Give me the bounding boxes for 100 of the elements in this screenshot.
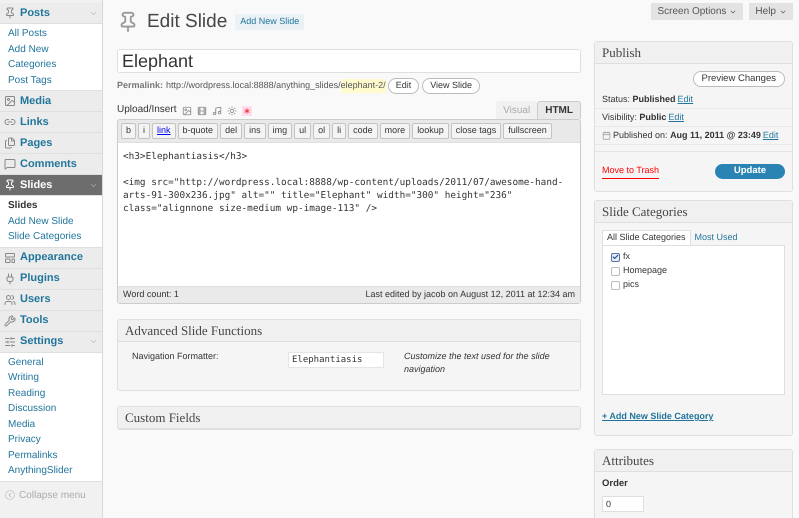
html-text-area[interactable]	[118, 142, 580, 287]
title-field[interactable]: Elephant	[117, 49, 581, 73]
submenu-item[interactable]: Categories	[0, 57, 102, 72]
permalink-label: Permalink:	[117, 79, 164, 92]
quicktag-button[interactable]: b	[121, 123, 136, 139]
menu-item[interactable]: Comments	[0, 154, 102, 175]
pin-icon	[4, 179, 16, 191]
submenu-item[interactable]: Add New	[0, 42, 102, 57]
panel-title: Advanced Slide Functions	[118, 320, 580, 342]
quicktag-button[interactable]: img	[268, 123, 292, 139]
pin-icon	[4, 7, 16, 19]
image-icon	[4, 95, 16, 107]
menu-item[interactable]: Links	[0, 112, 102, 133]
link-icon	[4, 116, 16, 128]
quicktag-button[interactable]: close tags	[450, 123, 502, 139]
edit-link[interactable]: Edit	[678, 92, 694, 106]
layout-icon	[4, 252, 16, 264]
quicktag-button[interactable]: ol	[313, 123, 330, 139]
pages-icon	[4, 137, 16, 149]
quicktag-button[interactable]: link	[152, 123, 176, 139]
collapse-icon	[5, 490, 15, 500]
screen-options-button[interactable]: Screen Options	[651, 3, 744, 20]
speech-bubble-icon	[4, 158, 16, 170]
order-field[interactable]: 0	[602, 496, 644, 512]
permalink-url: http://wordpress.local:8888/anything_slides/	[166, 79, 341, 92]
add-category-link[interactable]: + Add New Slide Category	[602, 411, 714, 421]
category-checkbox[interactable]	[611, 252, 620, 262]
category-tab[interactable]: All Slide Categories	[602, 230, 691, 245]
panel-title: Slide Categories	[595, 201, 792, 223]
quicktag-button[interactable]: b-quote	[178, 123, 218, 139]
status-text: Published on: Aug 11, 2011 @ 23:49	[613, 128, 761, 142]
asterisk-icon[interactable]	[242, 106, 252, 116]
image-icon[interactable]	[182, 106, 192, 116]
submenu-item[interactable]: AnythingSlider	[0, 463, 102, 478]
category-tab[interactable]: Most Used	[690, 230, 742, 245]
add-new-slide-button[interactable]: Add New Slide	[235, 14, 304, 30]
permalink-slug: elephant-2/	[340, 79, 386, 93]
panel-title: Attributes	[595, 450, 792, 472]
word-count: Word count: 1	[123, 288, 179, 302]
quicktag-button[interactable]: ul	[294, 123, 312, 139]
panel-title: Publish	[595, 42, 792, 64]
field-description: Customize the text used for the slide navigation	[404, 350, 551, 376]
status-text: Status: Published	[602, 92, 676, 106]
move-to-trash-link[interactable]: Move to Trash	[602, 164, 660, 179]
code-line: <img src="http://wordpress.local:8888/wp-content/uploads/2011/07/awesome-hand-	[123, 176, 564, 189]
page-title: Edit Slide	[147, 10, 228, 34]
calendar-icon	[602, 131, 611, 140]
music-note-icon[interactable]	[212, 106, 222, 116]
submenu-item[interactable]: Permalinks	[0, 448, 102, 463]
quicktag-button[interactable]: fullscreen	[503, 123, 552, 139]
category-label: Homepage	[623, 264, 668, 278]
menu-item[interactable]: Media	[0, 91, 102, 112]
category-checkbox[interactable]	[611, 280, 620, 290]
menu-item[interactable]: Slides	[0, 175, 102, 196]
submenu-item[interactable]: Post Tags	[0, 72, 102, 88]
order-label: Order	[602, 477, 629, 491]
code-line: class="alignnone size-medium wp-image-113" />	[123, 202, 378, 215]
menu-item[interactable]: Posts	[0, 3, 102, 24]
quicktag-button[interactable]: code	[348, 123, 378, 139]
submenu-item[interactable]: Slides	[0, 198, 102, 214]
quicktag-button[interactable]: del	[220, 123, 242, 139]
view-slide-button[interactable]: View Slide	[422, 78, 480, 94]
panel-title: Custom Fields	[118, 407, 580, 429]
field-label: Navigation Formatter:	[132, 350, 220, 363]
submenu-item[interactable]: Add New Slide	[0, 214, 102, 229]
menu-item[interactable]: Users	[0, 290, 102, 310]
menu-item[interactable]: Pages	[0, 133, 102, 154]
navigation-formatter-field[interactable]: Elephantiasis	[288, 352, 384, 368]
submenu-item[interactable]: General	[0, 354, 102, 370]
submenu-item[interactable]: Privacy	[0, 432, 102, 448]
last-edited-text: Last edited by jacob on August 12, 2011 at 12:34 am	[366, 288, 575, 302]
edit-link[interactable]: Edit	[762, 128, 778, 142]
submenu-item[interactable]: Writing	[0, 370, 102, 386]
wrench-icon	[4, 314, 16, 326]
help-button[interactable]: Help	[749, 3, 793, 20]
quicktag-button[interactable]: ins	[244, 123, 266, 139]
edit-permalink-button[interactable]: Edit	[388, 78, 420, 94]
quicktag-button[interactable]: lookup	[412, 123, 449, 139]
category-label: pics	[623, 278, 640, 292]
code-line: <h3>Elephantiasis</h3>	[123, 150, 248, 163]
check-icon	[612, 253, 619, 261]
quicktag-button[interactable]: i	[138, 123, 150, 139]
status-text: Visibility: Public	[602, 110, 666, 124]
video-icon[interactable]	[197, 106, 208, 116]
update-button[interactable]: Update	[715, 164, 785, 179]
submenu-item[interactable]: Media	[0, 416, 102, 432]
submenu-item[interactable]: Discussion	[0, 401, 102, 416]
menu-item[interactable]: Appearance	[0, 248, 102, 268]
editor-tab[interactable]: HTML	[537, 101, 581, 119]
quicktag-button[interactable]: more	[380, 123, 410, 139]
menu-item[interactable]: Tools	[0, 310, 102, 332]
submenu-item[interactable]: All Posts	[0, 26, 102, 42]
menu-item[interactable]: Plugins	[0, 268, 102, 290]
submenu-item[interactable]: Reading	[0, 386, 102, 401]
submenu-item[interactable]: Slide Categories	[0, 229, 102, 244]
menu-item[interactable]: Settings	[0, 332, 102, 352]
edit-link[interactable]: Edit	[668, 110, 684, 124]
category-checkbox[interactable]	[611, 266, 620, 276]
quicktag-button[interactable]: li	[332, 123, 346, 139]
preview-changes-button[interactable]: Preview Changes	[692, 71, 785, 87]
